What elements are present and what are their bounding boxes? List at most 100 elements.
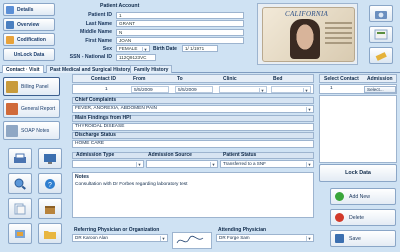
chief-complaints-value: FEVER, ANOREXIA, ABDOMEN PAIN bbox=[75, 106, 158, 111]
clear-photo-button[interactable] bbox=[369, 47, 393, 64]
chevron-down-icon: ▼ bbox=[142, 47, 148, 53]
chevron-down-icon: ▼ bbox=[306, 236, 312, 241]
tab-past-medical-history[interactable]: Past Medical and Surgical History bbox=[46, 65, 135, 73]
record-tabs: Contact · Visit Past Medical and Surgica… bbox=[0, 64, 400, 73]
search-button[interactable] bbox=[8, 173, 32, 194]
lock-data-button[interactable]: Lock Data bbox=[319, 164, 397, 182]
sex-select[interactable]: FEMALE ▼ bbox=[116, 45, 150, 53]
birth-date-field[interactable]: 1/ 1/1971 bbox=[182, 45, 218, 53]
folder-icon bbox=[44, 230, 56, 239]
chief-complaints-field[interactable]: FEVER, ANOREXIA, ABDOMEN PAIN ▼ bbox=[72, 105, 314, 113]
documents-icon bbox=[14, 203, 26, 214]
details-icon bbox=[6, 5, 14, 14]
details-button[interactable]: Details bbox=[3, 3, 55, 16]
id-card-details bbox=[325, 22, 352, 47]
col-bed: Bed bbox=[273, 76, 283, 82]
printer-icon bbox=[14, 153, 26, 163]
report-icon bbox=[6, 102, 18, 115]
camera-icon bbox=[375, 11, 387, 19]
eraser-icon bbox=[375, 52, 387, 61]
attending-physician-value: DR Forge Sam bbox=[219, 235, 250, 240]
cell-from[interactable]: 5/5/2009 bbox=[131, 86, 169, 93]
save-icon bbox=[335, 234, 344, 243]
discharge-status-value: HOME CARE bbox=[75, 141, 105, 146]
chevron-down-icon: ▼ bbox=[306, 162, 312, 167]
select-contact-id: 1 bbox=[330, 86, 333, 91]
cell-bed[interactable]: ▼ bbox=[271, 86, 311, 93]
cell-to[interactable]: 5/5/2009 bbox=[175, 86, 213, 93]
admission-source-select[interactable]: ▼ bbox=[146, 160, 218, 168]
ssn-field[interactable]: 112Q9123VC bbox=[116, 53, 156, 61]
notes-box[interactable]: Notes Consultation with Dr Forbes regard… bbox=[72, 172, 314, 218]
unlock-data-button[interactable]: UnLock Data bbox=[3, 48, 55, 61]
contacts-grid-row[interactable]: 1 5/5/2009 5/5/2009 ▼ ▼ bbox=[72, 84, 314, 94]
last-name-label: Last Name bbox=[85, 20, 112, 27]
delete-icon bbox=[335, 213, 344, 222]
general-report-label: General Report bbox=[21, 105, 56, 112]
patient-photo-frame: CALIFORNIA bbox=[257, 3, 358, 65]
admission-type-select[interactable]: ▼ bbox=[72, 160, 144, 168]
admission-row: ▼ ▼ Transferred to a SNF ▼ bbox=[72, 160, 314, 169]
general-report-button[interactable]: General Report bbox=[3, 99, 60, 118]
print-button[interactable] bbox=[8, 148, 32, 169]
monitor-button[interactable] bbox=[38, 148, 62, 169]
add-new-label: Add New bbox=[349, 193, 371, 200]
referring-physician-select[interactable]: DR Karoon Alan ▼ bbox=[72, 234, 168, 242]
referring-physician-label: Referring Physician or Organization bbox=[74, 227, 160, 233]
select-contact-row[interactable]: 1 Select... bbox=[319, 84, 397, 94]
delete-button[interactable]: Delete bbox=[330, 209, 396, 226]
chevron-down-icon: ▼ bbox=[259, 88, 265, 93]
middle-name-field[interactable]: N bbox=[116, 28, 244, 36]
codification-label: Codification bbox=[17, 36, 46, 43]
patient-status-value: Transferred to a SNF bbox=[223, 161, 266, 166]
photo-tools bbox=[369, 5, 395, 68]
discharge-status-field[interactable]: HOME CARE bbox=[72, 140, 314, 148]
first-name-field[interactable]: JOAN bbox=[116, 37, 244, 45]
sex-label: Sex bbox=[102, 45, 112, 52]
package-button[interactable] bbox=[38, 198, 62, 219]
attending-physician-select[interactable]: DR Forge Sam ▼ bbox=[216, 234, 314, 242]
folder-button[interactable] bbox=[38, 223, 62, 244]
app-window: Details Overview Codification UnLock Dat… bbox=[0, 0, 400, 252]
tab-family-history[interactable]: Family History bbox=[130, 65, 173, 73]
billing-panel-button[interactable]: Billing Panel bbox=[3, 77, 60, 96]
signature-icon bbox=[176, 235, 204, 244]
soap-notes-button[interactable]: SOAP Notes bbox=[3, 121, 60, 140]
svg-text:?: ? bbox=[48, 182, 52, 189]
help-button[interactable]: ? bbox=[38, 173, 62, 194]
patient-id-field[interactable]: 1 bbox=[116, 11, 244, 19]
col-to: To bbox=[177, 76, 183, 82]
signature-pad[interactable] bbox=[172, 232, 212, 249]
id-card-image: CALIFORNIA bbox=[262, 7, 355, 62]
select-button[interactable]: Select... bbox=[364, 86, 396, 93]
scanner-icon bbox=[374, 29, 388, 40]
first-name-label: First Name bbox=[85, 37, 112, 44]
help-icon: ? bbox=[45, 178, 55, 189]
tools-icon bbox=[15, 229, 25, 238]
documents-button[interactable] bbox=[8, 198, 32, 219]
cell-contact-id: 1 bbox=[105, 87, 108, 92]
save-button[interactable]: Save bbox=[330, 230, 396, 247]
birth-date-label: Birth Date bbox=[153, 45, 177, 52]
patient-account-title: Patient Account bbox=[100, 3, 140, 9]
overview-button[interactable]: Overview bbox=[3, 18, 55, 31]
middle-name-label: Middle Name bbox=[80, 29, 112, 36]
tab-contact-visit[interactable]: Contact · Visit bbox=[2, 65, 44, 73]
load-photo-button[interactable] bbox=[369, 5, 393, 22]
last-name-field[interactable]: GRANT bbox=[116, 20, 244, 28]
scan-card-button[interactable] bbox=[369, 26, 393, 43]
select-contact-header: Select Contact Admission bbox=[319, 74, 397, 83]
contacts-grid-header: Contact ID From To Clinic Bed bbox=[72, 74, 314, 83]
soap-notes-label: SOAP Notes bbox=[21, 127, 50, 134]
patient-status-select[interactable]: Transferred to a SNF ▼ bbox=[220, 160, 314, 168]
add-new-button[interactable]: Add New bbox=[330, 188, 396, 205]
codification-button[interactable]: Codification bbox=[3, 33, 55, 46]
main-findings-label: Main Findings from HPI bbox=[72, 115, 314, 122]
cell-clinic[interactable]: ▼ bbox=[219, 86, 267, 93]
chevron-down-icon: ▼ bbox=[160, 236, 166, 241]
ssn-label: SSN - National ID bbox=[69, 54, 112, 61]
search-icon bbox=[14, 178, 26, 190]
tools-button[interactable] bbox=[8, 223, 32, 244]
col-from: From bbox=[133, 76, 146, 82]
main-findings-field[interactable]: THYROIDAL DISEASE bbox=[72, 123, 314, 131]
